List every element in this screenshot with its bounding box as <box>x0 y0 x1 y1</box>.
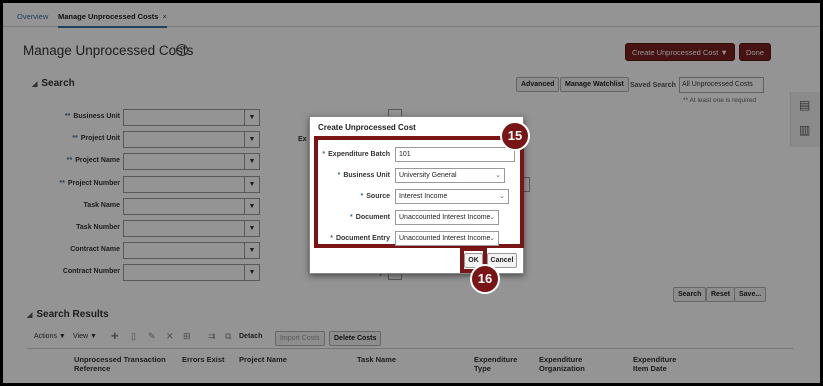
chevron-down-icon: ⌄ <box>499 193 505 200</box>
document-select[interactable]: Unaccounted Interest Income ⌄ <box>395 210 499 225</box>
source-label: * Source <box>360 193 390 200</box>
create-unprocessed-cost-dialog: Create Unprocessed Cost * Expenditure Bat… <box>309 116 524 274</box>
document-entry-label: * Document Entry <box>330 235 390 242</box>
dialog-title: Create Unprocessed Cost <box>318 123 416 132</box>
expenditure-batch-label: * Expenditure Batch <box>322 151 390 158</box>
chevron-down-icon: ⌄ <box>495 172 501 179</box>
step-callout-16: 16 <box>470 264 500 294</box>
chevron-down-icon: ⌄ <box>489 235 495 242</box>
step-callout-15: 15 <box>500 121 530 151</box>
chevron-down-icon: ⌄ <box>489 214 495 221</box>
screen-frame: Overview Manage Unprocessed Costs × Manag… <box>3 3 820 383</box>
expenditure-batch-input[interactable]: 101 <box>395 147 515 162</box>
document-label: * Document <box>350 214 390 221</box>
business-unit-label: * Business Unit <box>337 172 390 179</box>
document-entry-select[interactable]: Unaccounted Interest Income ⌄ <box>395 231 499 246</box>
business-unit-select[interactable]: University General ⌄ <box>395 168 505 183</box>
source-select[interactable]: Interest Income ⌄ <box>395 189 509 204</box>
